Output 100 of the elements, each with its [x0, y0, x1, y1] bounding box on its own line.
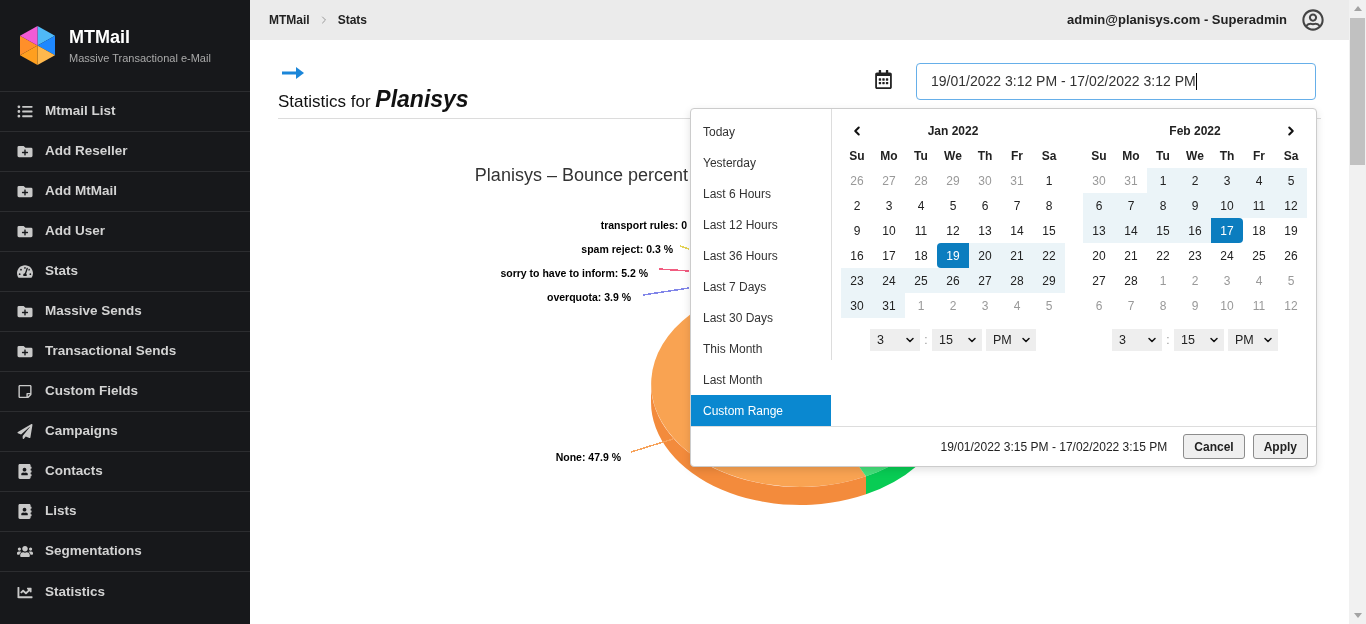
folder-plus-icon — [17, 344, 33, 359]
calendar-icon[interactable] — [875, 70, 892, 89]
calendar-day[interactable]: 31 — [873, 293, 905, 318]
folder-plus-icon — [17, 304, 33, 319]
weekday-label: Mo — [1121, 147, 1141, 165]
list-icon — [17, 104, 33, 119]
gauge-icon — [17, 264, 33, 279]
scrollbar-thumb[interactable] — [1350, 18, 1365, 165]
calendar-day[interactable]: 25 — [905, 268, 937, 293]
calendar-day[interactable]: 13 — [1083, 218, 1115, 243]
sidebar-item[interactable]: Campaigns — [0, 412, 250, 452]
calendar-day[interactable]: 27 — [969, 268, 1001, 293]
calendar-day[interactable]: 1 — [1147, 168, 1179, 193]
weekday-label: We — [1185, 147, 1205, 165]
weekday-label: Mo — [879, 147, 899, 165]
calendar-day[interactable]: 12 — [1275, 193, 1307, 218]
weekday-label: Th — [1218, 147, 1236, 165]
calendar-day[interactable]: 8 — [1147, 193, 1179, 218]
sidebar-item[interactable]: Stats — [0, 252, 250, 292]
calendar-day[interactable]: 4 — [1243, 168, 1275, 193]
weekday-label: Tu — [913, 147, 929, 165]
month-label: Jan 2022 — [926, 122, 980, 140]
address-book-icon — [17, 504, 33, 519]
calendar-day[interactable]: 29 — [1033, 268, 1065, 293]
apply-button[interactable]: Apply — [1252, 434, 1308, 459]
calendar-day[interactable]: 26 — [937, 268, 969, 293]
user-label: admin@planisys.com - Superadmin — [1067, 11, 1287, 30]
calendar-day[interactable]: 2 — [1179, 168, 1211, 193]
calendar-day[interactable]: 19 — [937, 243, 969, 268]
hour-select[interactable]: 3 — [870, 329, 920, 351]
sidebar-item[interactable]: Massive Sends — [0, 292, 250, 332]
calendar-day[interactable]: 23 — [841, 268, 873, 293]
note-icon — [17, 384, 33, 399]
calendar-day[interactable]: 6 — [1083, 193, 1115, 218]
sidebar-item[interactable]: Custom Fields — [0, 372, 250, 412]
sidebar-item[interactable]: Add User — [0, 212, 250, 252]
calendar-day[interactable]: 28 — [1001, 268, 1033, 293]
selected-range-text: 19/01/2022 3:15 PM - 17/02/2022 3:15 PM — [940, 438, 1168, 456]
period-select[interactable]: PM — [1228, 329, 1278, 351]
folder-plus-icon — [17, 184, 33, 199]
calendar-day[interactable]: 10 — [1211, 193, 1243, 218]
calendar-day[interactable]: 16 — [1179, 218, 1211, 243]
sidebar-item[interactable]: Transactional Sends — [0, 332, 250, 372]
weekday-label: Su — [1090, 147, 1108, 165]
calendar-day[interactable]: 9 — [1179, 193, 1211, 218]
breadcrumb-link[interactable]: MTMail — [269, 11, 310, 29]
users-icon — [17, 544, 33, 559]
data-label: None: 47.9 % — [555, 451, 621, 463]
weekday-label: We — [943, 147, 963, 165]
calendar-day[interactable]: 17 — [1211, 218, 1243, 243]
sidebar-item[interactable]: Lists — [0, 492, 250, 532]
brand-tagline: Massive Transactional e-Mail — [69, 51, 211, 65]
address-book-icon — [17, 464, 33, 479]
calendar-day[interactable]: 5 — [1275, 168, 1307, 193]
time-separator: : — [1165, 332, 1171, 349]
weekday-label: Fr — [1010, 147, 1024, 165]
month-label: Feb 2022 — [1168, 122, 1222, 140]
calendar-day[interactable]: 14 — [1115, 218, 1147, 243]
hexagon-logo-icon — [20, 26, 55, 65]
minute-select[interactable]: 15 — [932, 329, 982, 351]
weekday-label: Sa — [1282, 147, 1300, 165]
cancel-button[interactable]: Cancel — [1183, 434, 1245, 459]
text-cursor — [1195, 73, 1197, 90]
weekday-label: Th — [976, 147, 994, 165]
sidebar-item[interactable]: Add MtMail — [0, 172, 250, 212]
arrow-right-icon — [282, 67, 304, 79]
sidebar-item[interactable]: Contacts — [0, 452, 250, 492]
calendar-day[interactable]: 11 — [1243, 193, 1275, 218]
line-chart-icon — [17, 584, 33, 600]
hour-select[interactable]: 3 — [1112, 329, 1162, 351]
weekday-label: Su — [848, 147, 866, 165]
calendar-day[interactable]: 15 — [1147, 218, 1179, 243]
data-label: spam reject: 0.3 % — [581, 243, 673, 255]
time-separator: : — [923, 332, 929, 349]
calendar-day[interactable]: 22 — [1033, 243, 1065, 268]
chart-title: Planisys – Bounce percent — [474, 165, 688, 185]
calendar-day[interactable]: 3 — [1211, 168, 1243, 193]
calendar-day[interactable]: 21 — [1001, 243, 1033, 268]
folder-plus-icon — [17, 144, 33, 159]
breadcrumb-current: Stats — [337, 12, 367, 29]
sidebar-item[interactable]: Mtmail List — [0, 92, 250, 132]
sidebar-item[interactable]: Statistics — [0, 572, 250, 612]
calendar-day[interactable]: 30 — [841, 293, 873, 318]
calendar-day[interactable]: 20 — [969, 243, 1001, 268]
data-label: transport rules: 0 — [600, 219, 687, 231]
sidebar-item[interactable]: Add Reseller — [0, 132, 250, 172]
date-range-field[interactable]: 19/01/2022 3:12 PM - 17/02/2022 3:12 PM — [916, 63, 1316, 100]
weekday-label: Fr — [1252, 147, 1266, 165]
period-select[interactable]: PM — [986, 329, 1036, 351]
sidebar-item[interactable]: Segmentations — [0, 532, 250, 572]
calendar-day[interactable]: 7 — [1115, 193, 1147, 218]
minute-select[interactable]: 15 — [1174, 329, 1224, 351]
data-label: sorry to have to inform: 5.2 % — [500, 267, 648, 279]
brand-name: MTMail — [69, 26, 131, 48]
range-option[interactable]: Custom Range — [691, 395, 831, 426]
user-avatar-icon[interactable] — [1302, 9, 1324, 31]
page-title: Statistics for Planisys — [278, 86, 469, 114]
calendar-day[interactable]: 24 — [873, 268, 905, 293]
paper-plane-icon — [17, 424, 33, 439]
data-label: overquota: 3.9 % — [546, 291, 631, 303]
